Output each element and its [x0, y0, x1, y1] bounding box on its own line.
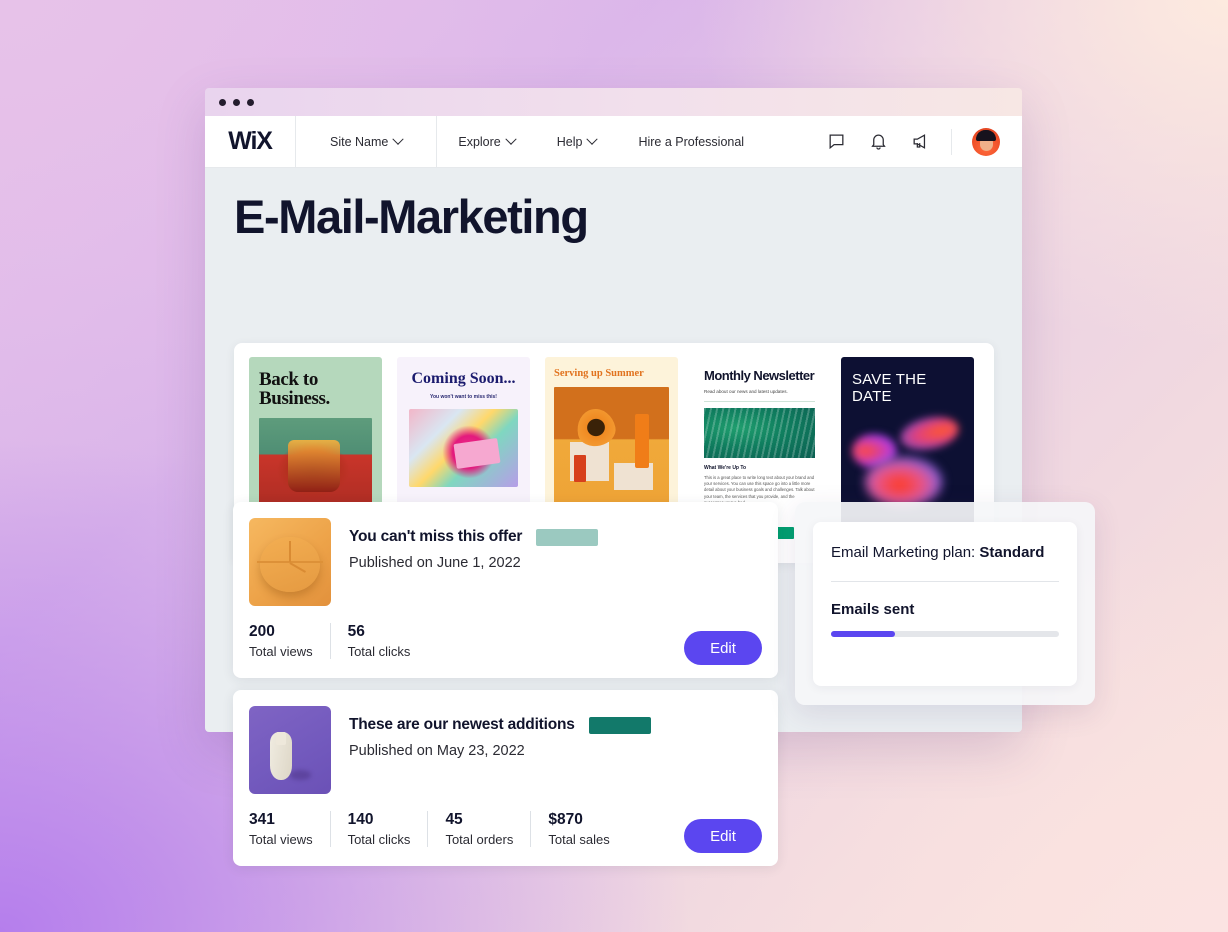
divider: [831, 581, 1059, 582]
campaign-text: These are our newest additions Published…: [349, 706, 651, 794]
campaign-title-row: You can't miss this offer: [349, 528, 599, 546]
campaign-header: You can't miss this offer Published on J…: [249, 518, 762, 606]
stat-total-clicks: 56 Total clicks: [348, 623, 428, 659]
vase-shadow: [290, 770, 312, 780]
help-label: Help: [556, 134, 583, 149]
chevron-down-icon: [586, 133, 599, 145]
clock-hand-minute: [289, 540, 291, 562]
template-title: Monthly Newsletter: [704, 367, 815, 383]
avatar[interactable]: [972, 127, 1000, 156]
megaphone-icon[interactable]: [909, 131, 931, 153]
plan-label: Email Marketing plan:: [831, 544, 980, 561]
stat-total-orders: 45 Total orders: [445, 811, 532, 847]
plan-panel: Email Marketing plan: Standard Emails se…: [795, 502, 1095, 705]
campaign-published-date: Published on June 1, 2022: [349, 555, 521, 571]
nav-divider: [951, 128, 952, 155]
plan-card: Email Marketing plan: Standard Emails se…: [813, 522, 1077, 686]
emails-sent-progress-track: [831, 631, 1059, 637]
campaign-header: These are our newest additions Published…: [249, 706, 762, 794]
nav-right-actions: [825, 127, 1022, 156]
stat-label: Total views: [249, 644, 313, 659]
campaign-card[interactable]: You can't miss this offer Published on J…: [233, 502, 778, 678]
nav-item-help[interactable]: Help: [536, 116, 618, 168]
decor-gradient-blob: [864, 456, 943, 508]
plan-line: Email Marketing plan: Standard: [831, 544, 1059, 561]
campaign-title: These are our newest additions: [349, 716, 575, 733]
edit-button[interactable]: Edit: [684, 819, 762, 853]
stat-value: 200: [249, 623, 275, 640]
stat-label: Total clicks: [347, 644, 411, 659]
status-badge: [536, 528, 599, 546]
stat-total-views: 341 Total views: [249, 811, 331, 847]
template-subtitle: Read about our news and latest updates.: [704, 388, 788, 394]
decor-bottle: [634, 413, 650, 468]
stat-value: 45: [445, 811, 463, 828]
top-navigation-bar: WiX Site Name Explore Help Hire a Profes…: [205, 115, 1022, 168]
page-title: E-Mail-Marketing: [234, 190, 589, 243]
chat-icon[interactable]: [825, 131, 847, 153]
chevron-down-icon: [505, 133, 517, 145]
template-subtitle: You won't want to miss this!: [430, 393, 497, 400]
decor-gradient-blob: [896, 412, 961, 455]
stat-value: 341: [249, 811, 275, 828]
campaign-thumbnail: [249, 518, 331, 606]
bell-icon[interactable]: [867, 131, 889, 153]
emails-sent-progress-fill: [831, 631, 895, 637]
stat-value: 140: [347, 811, 374, 828]
template-title: SAVE THE DATE: [852, 370, 927, 405]
status-badge: [588, 716, 651, 734]
site-name-label: Site Name: [330, 134, 389, 149]
wix-logo[interactable]: WiX: [205, 116, 295, 168]
template-title: Coming Soon...: [411, 369, 516, 387]
divider: [704, 400, 815, 402]
avatar-hair: [976, 129, 996, 141]
window-dot-close[interactable]: [219, 98, 226, 106]
template-image: [704, 407, 815, 458]
campaign-title-row: These are our newest additions: [349, 716, 651, 734]
stat-label: Total clicks: [347, 832, 411, 847]
stat-label: Total views: [249, 832, 313, 847]
explore-label: Explore: [458, 134, 501, 149]
template-section-heading: What We're Up To: [704, 464, 747, 471]
nav-item-explore[interactable]: Explore: [437, 116, 535, 168]
decor-jar: [573, 455, 587, 483]
campaign-text: You can't miss this offer Published on J…: [349, 518, 599, 606]
nav-item-hire-a-professional[interactable]: Hire a Professional: [617, 116, 765, 168]
campaign-card[interactable]: These are our newest additions Published…: [233, 690, 778, 866]
plan-tier: Standard: [979, 544, 1045, 561]
nav-item-site-name[interactable]: Site Name: [296, 116, 436, 168]
stat-label: Total orders: [445, 832, 514, 847]
stat-value: $870: [548, 811, 583, 828]
stat-value: 56: [347, 623, 365, 640]
window-dot-minimize[interactable]: [233, 98, 240, 106]
template-image: [409, 408, 518, 487]
campaign-published-date: Published on May 23, 2022: [349, 743, 525, 759]
stat-total-sales: $870 Total sales: [548, 811, 626, 847]
campaign-stats: 341 Total views 140 Total clicks 45 Tota…: [249, 811, 762, 853]
window-dot-maximize[interactable]: [247, 98, 254, 106]
template-title: Back to Business.: [259, 368, 330, 409]
vase-neck: [276, 732, 286, 745]
template-title: Serving up Summer: [554, 367, 644, 379]
stat-label: Total sales: [548, 832, 610, 847]
window-titlebar: [205, 88, 1022, 116]
campaign-title: You can't miss this offer: [349, 528, 523, 545]
stat-total-views: 200 Total views: [249, 623, 331, 659]
chevron-down-icon: [392, 133, 405, 145]
template-image: [554, 386, 669, 510]
emails-sent-label: Emails sent: [831, 601, 915, 618]
stat-total-clicks: 140 Total clicks: [348, 811, 429, 847]
edit-button[interactable]: Edit: [684, 631, 762, 665]
hire-label: Hire a Professional: [638, 134, 745, 149]
campaign-thumbnail: [249, 706, 331, 794]
campaign-stats: 200 Total views 56 Total clicks Edit: [249, 623, 762, 665]
